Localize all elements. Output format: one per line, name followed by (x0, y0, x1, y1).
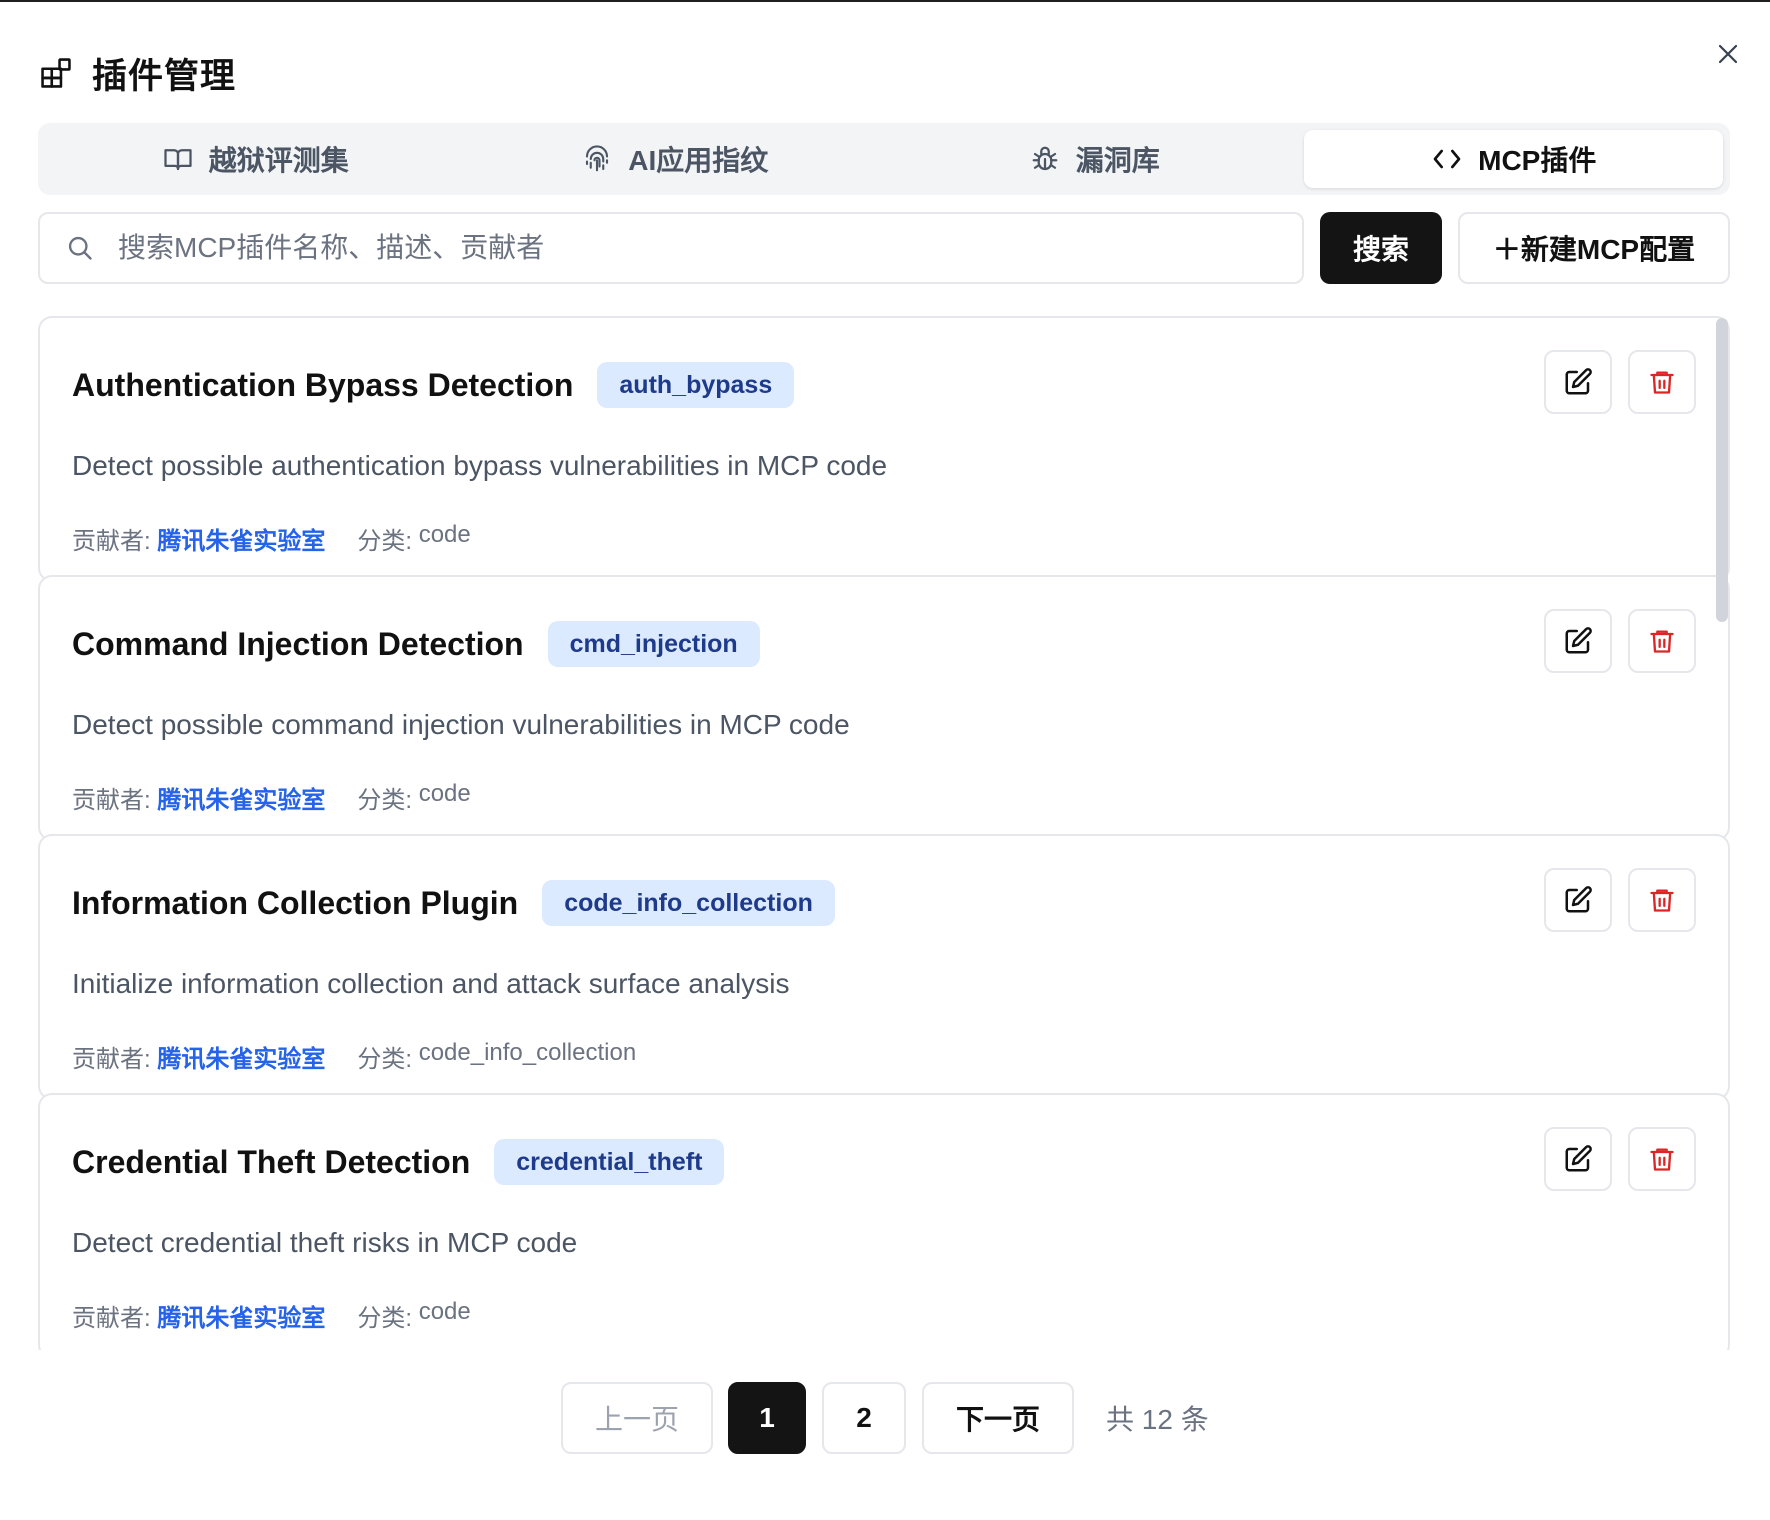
plugin-name: Credential Theft Detection (72, 1143, 471, 1180)
tab-label: 越狱评测集 (208, 145, 349, 176)
edit-button[interactable] (1544, 350, 1612, 414)
search-button[interactable]: 搜索 (1320, 212, 1442, 284)
plugin-tag: auth_bypass (597, 362, 795, 408)
category-label: 分类: (357, 787, 413, 814)
category-label: 分类: (357, 528, 413, 555)
card-title-row: Credential Theft Detection credential_th… (72, 1137, 725, 1187)
card-title-row: Command Injection Detection cmd_injectio… (72, 619, 760, 669)
tab-label: 漏洞库 (1075, 145, 1160, 176)
tab-vuln-library[interactable]: 漏洞库 (884, 130, 1304, 188)
plugin-name: Information Collection Plugin (72, 884, 519, 921)
contributor-link[interactable]: 腾讯朱雀实验室 (157, 780, 325, 815)
plugin-meta: 贡献者: 腾讯朱雀实验室 分类: code (72, 521, 471, 556)
trash-icon (1650, 889, 1674, 912)
contributor-label: 贡献者: (72, 528, 151, 555)
plugin-list[interactable]: Authentication Bypass Detection auth_byp… (38, 316, 1730, 1350)
plugin-name: Command Injection Detection (72, 625, 524, 662)
card-actions (1544, 609, 1712, 673)
search-row: 搜索 ＋新建MCP配置 (38, 212, 1730, 284)
trash-icon (1650, 630, 1674, 653)
contributor-label: 贡献者: (72, 787, 151, 814)
close-button[interactable] (1708, 34, 1748, 74)
delete-button[interactable] (1628, 1127, 1696, 1191)
tab-mcp-plugins[interactable]: MCP插件 (1303, 130, 1723, 188)
category-value: code (418, 1298, 471, 1325)
plugin-tag: cmd_injection (547, 621, 760, 667)
search-input[interactable] (118, 218, 1268, 278)
edit-icon (1565, 627, 1592, 654)
dialog-header: 插件管理 (38, 48, 236, 98)
contributor-link[interactable]: 腾讯朱雀实验室 (157, 1298, 325, 1333)
list-scrollbar[interactable] (1716, 318, 1728, 622)
tab-label: AI应用指纹 (628, 145, 769, 176)
edit-icon (1565, 368, 1592, 395)
plugin-name: Authentication Bypass Detection (72, 366, 574, 403)
card-actions (1544, 1127, 1712, 1191)
book-icon (161, 142, 195, 176)
plugin-meta: 贡献者: 腾讯朱雀实验室 分类: code (72, 780, 471, 815)
trash-icon (1650, 371, 1674, 394)
plugin-card: Command Injection Detection cmd_injectio… (38, 575, 1730, 841)
tab-bar: 越狱评测集 AI应用指纹 漏洞库 MCP插件 (38, 123, 1730, 195)
tab-ai-fingerprint[interactable]: AI应用指纹 (465, 130, 885, 188)
delete-button[interactable] (1628, 350, 1696, 414)
plugin-description: Detect possible authentication bypass vu… (72, 450, 888, 481)
plugin-description: Detect possible command injection vulner… (72, 709, 850, 740)
edit-icon (1565, 886, 1592, 913)
search-icon (64, 232, 96, 264)
category-label: 分类: (357, 1046, 413, 1073)
edit-button[interactable] (1544, 609, 1612, 673)
contributor-label: 贡献者: (72, 1046, 151, 1073)
close-icon (1718, 44, 1738, 64)
contributor-link[interactable]: 腾讯朱雀实验室 (157, 1039, 325, 1074)
card-title-row: Information Collection Plugin code_info_… (72, 878, 835, 928)
plugin-card: Information Collection Plugin code_info_… (38, 834, 1730, 1100)
card-actions (1544, 350, 1712, 414)
fingerprint-icon (580, 142, 614, 176)
contributor-link[interactable]: 腾讯朱雀实验室 (157, 521, 325, 556)
top-border (0, 0, 1770, 2)
trash-icon (1650, 1148, 1674, 1171)
plugin-meta: 贡献者: 腾讯朱雀实验室 分类: code (72, 1298, 471, 1333)
category-value: code_info_collection (418, 1039, 637, 1066)
delete-button[interactable] (1628, 609, 1696, 673)
page-1-button[interactable]: 1 (728, 1382, 806, 1454)
edit-button[interactable] (1544, 868, 1612, 932)
card-title-row: Authentication Bypass Detection auth_byp… (72, 360, 795, 410)
tab-label: MCP插件 (1478, 145, 1597, 176)
category-label: 分类: (357, 1305, 413, 1332)
plugin-tag: credential_theft (494, 1139, 725, 1185)
next-page-button[interactable]: 下一页 (922, 1382, 1074, 1454)
contributor-label: 贡献者: (72, 1305, 151, 1332)
plugin-grid-icon (38, 55, 74, 91)
category-value: code (418, 521, 471, 548)
plugin-card: Authentication Bypass Detection auth_byp… (38, 316, 1730, 582)
pagination: 上一页 1 2 下一页 共 12 条 (0, 1382, 1770, 1456)
total-count: 共 12 条 (1106, 1404, 1209, 1435)
code-icon (1430, 142, 1464, 176)
edit-button[interactable] (1544, 1127, 1612, 1191)
plugin-meta: 贡献者: 腾讯朱雀实验室 分类: code_info_collection (72, 1039, 636, 1074)
edit-icon (1565, 1145, 1592, 1172)
plugin-description: Detect credential theft risks in MCP cod… (72, 1227, 578, 1258)
plugin-tag: code_info_collection (542, 880, 835, 926)
plugin-description: Initialize information collection and at… (72, 968, 790, 999)
delete-button[interactable] (1628, 868, 1696, 932)
card-actions (1544, 868, 1712, 932)
category-value: code (418, 780, 471, 807)
search-box (38, 212, 1304, 284)
tab-jailbreak-eval[interactable]: 越狱评测集 (45, 130, 465, 188)
page-2-button[interactable]: 2 (822, 1382, 906, 1454)
plugin-card: Credential Theft Detection credential_th… (38, 1093, 1730, 1350)
new-mcp-config-button[interactable]: ＋新建MCP配置 (1458, 212, 1730, 284)
dialog-title: 插件管理 (92, 56, 237, 96)
bug-icon (1028, 142, 1062, 176)
prev-page-button[interactable]: 上一页 (561, 1382, 713, 1454)
